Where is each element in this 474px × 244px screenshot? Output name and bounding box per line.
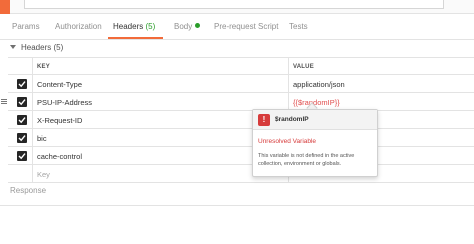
tab-headers-count: (5) [145, 22, 156, 31]
response-section-title: Response [10, 186, 47, 195]
chevron-down-icon [10, 45, 16, 49]
value-column-label: VALUE [293, 64, 314, 70]
active-tab-underline [108, 37, 163, 39]
tooltip-header: ! $randomIP [253, 110, 377, 130]
new-header-row: Key [8, 165, 474, 183]
tab-authorization[interactable]: Authorization [55, 22, 102, 31]
table-row: X-Request-ID [8, 111, 474, 129]
drag-handle-icon[interactable] [1, 99, 7, 104]
tab-body-label: Body [174, 22, 193, 31]
check-icon [18, 135, 26, 142]
method-accent [0, 0, 10, 14]
tab-params[interactable]: Params [12, 22, 40, 31]
response-divider [0, 205, 474, 206]
url-input[interactable] [24, 0, 444, 9]
new-key-cell[interactable]: Key [32, 165, 288, 182]
key-cell[interactable]: X-Request-ID [32, 111, 288, 128]
key-column-label: KEY [37, 64, 50, 70]
request-tabs: Params Authorization Headers (5) Body Pr… [0, 18, 474, 40]
row-enable-checkbox[interactable] [17, 97, 27, 107]
row-enable-checkbox[interactable] [17, 115, 27, 125]
key-text: Content-Type [37, 80, 83, 89]
check-icon [18, 153, 26, 160]
key-cell[interactable]: Content-Type [32, 75, 288, 92]
table-row: cache-control [8, 147, 474, 165]
tab-tests[interactable]: Tests [289, 22, 308, 31]
tab-headers[interactable]: Headers (5) [113, 22, 155, 31]
value-cell[interactable]: application/json [288, 75, 474, 92]
body-indicator-dot [195, 23, 201, 28]
check-icon [18, 99, 26, 106]
tooltip-variable-name: $randomIP [275, 116, 309, 123]
tab-pre-request-script[interactable]: Pre-request Script [214, 22, 278, 31]
check-icon [18, 81, 26, 88]
key-text: PSU-IP-Address [37, 98, 93, 107]
key-cell[interactable]: cache-control [32, 147, 288, 164]
warning-icon: ! [258, 114, 270, 126]
value-column-header: VALUE [288, 58, 474, 74]
tooltip-description: This variable is not defined in the acti… [258, 153, 355, 167]
request-bar [0, 0, 474, 14]
check-icon [18, 117, 26, 124]
headers-table: KEY VALUE Content-Type application/json … [1, 57, 474, 183]
table-header-row: KEY VALUE [8, 58, 474, 75]
value-text: application/json [293, 80, 345, 89]
variable-value-text: {{$randomIP}} [293, 98, 340, 107]
table-row: PSU-IP-Address {{$randomIP}} [1, 93, 474, 111]
headers-section-toggle[interactable]: Headers (5) [10, 43, 63, 52]
key-text: cache-control [37, 152, 83, 161]
key-cell[interactable]: PSU-IP-Address [32, 93, 288, 110]
row-enable-checkbox[interactable] [17, 79, 27, 89]
variable-tooltip: ! $randomIP Unresolved Variable This var… [252, 109, 378, 177]
key-text: X-Request-ID [37, 116, 83, 125]
row-enable-checkbox[interactable] [17, 133, 27, 143]
key-cell[interactable]: bic [32, 129, 288, 146]
tab-headers-label: Headers [113, 22, 144, 31]
tab-body[interactable]: Body [174, 22, 201, 31]
table-row: Content-Type application/json [8, 75, 474, 93]
key-column-header: KEY [32, 58, 288, 74]
key-text: bic [37, 134, 47, 143]
tooltip-status: Unresolved Variable [258, 138, 317, 145]
key-placeholder: Key [37, 170, 50, 179]
row-enable-checkbox[interactable] [17, 151, 27, 161]
table-row: bic [8, 129, 474, 147]
headers-section-label: Headers (5) [21, 43, 64, 52]
